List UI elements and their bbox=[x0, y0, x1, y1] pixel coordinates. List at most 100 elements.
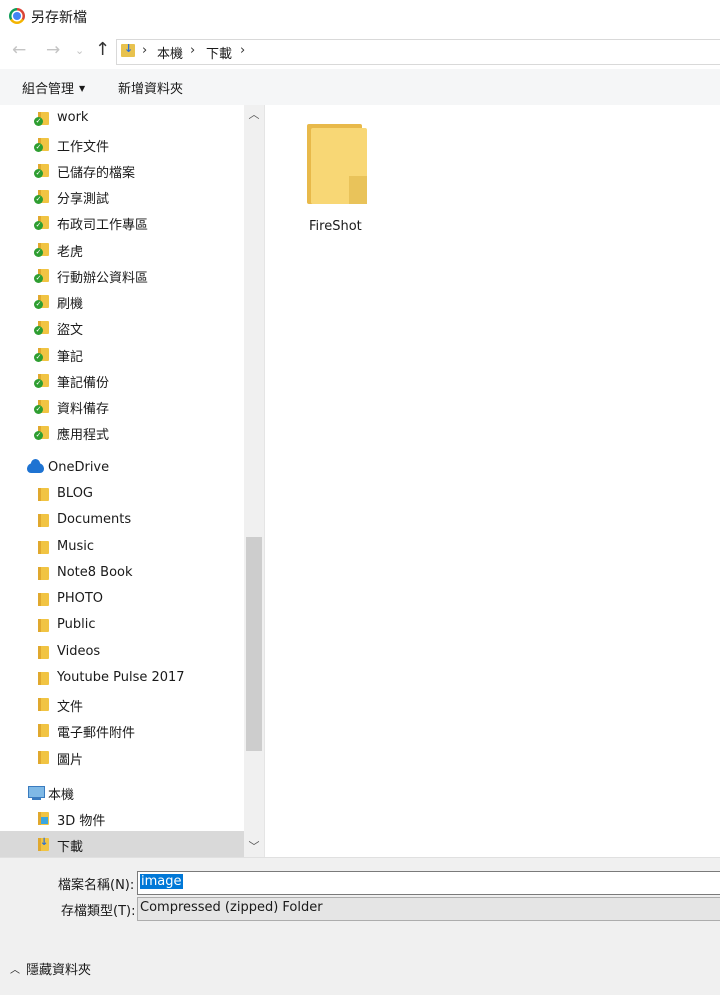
sidebar-item-this-pc[interactable]: 本機 bbox=[0, 779, 244, 805]
onedrive-cloud-icon bbox=[27, 459, 44, 473]
sidebar-item-label: 筆記備份 bbox=[57, 376, 110, 391]
sidebar-item[interactable]: Videos bbox=[0, 639, 244, 665]
sidebar-item-3d-objects[interactable]: 3D 物件 bbox=[0, 805, 244, 831]
sidebar-item[interactable]: 工作文件 bbox=[0, 131, 244, 157]
sidebar-item[interactable]: 老虎 bbox=[0, 236, 244, 262]
chrome-icon bbox=[9, 8, 25, 24]
sidebar-item[interactable]: 筆記備份 bbox=[0, 367, 244, 393]
sidebar-item-label: Youtube Pulse 2017 bbox=[57, 670, 185, 685]
folder-fold bbox=[349, 176, 367, 204]
sidebar-item[interactable]: Youtube Pulse 2017 bbox=[0, 665, 244, 691]
filetype-select[interactable]: Compressed (zipped) Folder bbox=[137, 897, 720, 921]
sidebar-item-label: 圖片 bbox=[57, 753, 84, 768]
sidebar-item-label: 已儲存的檔案 bbox=[57, 166, 136, 181]
breadcrumb-separator[interactable]: › bbox=[240, 43, 245, 58]
sidebar-scrollbar[interactable]: ︿ ﹀ bbox=[244, 105, 264, 857]
synced-folder-icon bbox=[34, 321, 49, 335]
scrollbar-thumb[interactable] bbox=[246, 537, 262, 751]
sidebar-item-label: 3D 物件 bbox=[57, 814, 106, 829]
scroll-down-arrow-icon[interactable]: ﹀ bbox=[244, 837, 264, 857]
folder-icon[interactable] bbox=[307, 124, 367, 204]
filename-label: 檔案名稱(N): bbox=[58, 878, 135, 893]
sidebar-item[interactable]: 文件 bbox=[0, 691, 244, 717]
new-folder-button[interactable]: 新增資料夾 bbox=[118, 78, 183, 97]
sidebar-item-label: 應用程式 bbox=[57, 428, 110, 443]
sidebar-item-label: 行動辦公資料區 bbox=[57, 271, 149, 286]
sidebar-item[interactable]: Public bbox=[0, 612, 244, 638]
sidebar-item-label: Documents bbox=[57, 512, 132, 527]
breadcrumb-this-pc[interactable]: 本機 bbox=[157, 43, 183, 62]
filename-input[interactable]: image bbox=[137, 871, 720, 895]
command-toolbar: 組合管理 ▼ 新增資料夾 bbox=[0, 69, 720, 105]
sidebar-item-label: Music bbox=[57, 539, 94, 554]
hide-folders-toggle[interactable]: ︿ 隱藏資料夾 bbox=[10, 959, 91, 978]
synced-folder-icon bbox=[34, 348, 49, 362]
sidebar-item-label: Videos bbox=[57, 644, 101, 659]
synced-folder-icon bbox=[34, 400, 49, 414]
sidebar-item[interactable]: 已儲存的檔案 bbox=[0, 157, 244, 183]
sidebar-item-label: OneDrive bbox=[48, 460, 110, 475]
sidebar-item-label: 筆記 bbox=[57, 350, 84, 365]
filename-value: image bbox=[140, 874, 183, 889]
synced-folder-icon bbox=[34, 112, 49, 126]
address-bar[interactable]: › 本機 › 下載 › bbox=[116, 39, 720, 65]
sidebar-item-onedrive[interactable]: OneDrive bbox=[0, 455, 244, 481]
folder-icon bbox=[38, 593, 49, 606]
save-form: 檔案名稱(N): image 存檔類型(T): Compressed (zipp… bbox=[0, 857, 720, 995]
sidebar-item-label: 下載 bbox=[57, 840, 84, 855]
sidebar-item[interactable]: 行動辦公資料區 bbox=[0, 262, 244, 288]
recent-locations-chevron-icon[interactable]: ⌄ bbox=[75, 42, 84, 60]
file-item-label[interactable]: FireShot bbox=[309, 219, 362, 234]
downloads-folder-icon bbox=[121, 42, 135, 57]
window-title: 另存新檔 bbox=[31, 10, 87, 26]
synced-folder-icon bbox=[34, 243, 49, 257]
sidebar-item-label: 老虎 bbox=[57, 245, 84, 260]
sidebar-item-label: Public bbox=[57, 617, 96, 632]
sidebar-item[interactable]: BLOG bbox=[0, 481, 244, 507]
up-arrow-icon[interactable]: ↑ bbox=[95, 41, 110, 59]
caret-down-icon: ▼ bbox=[79, 84, 86, 93]
sidebar-item[interactable]: Documents bbox=[0, 507, 244, 533]
sidebar-item[interactable]: 盜文 bbox=[0, 314, 244, 340]
sidebar-item[interactable]: 筆記 bbox=[0, 341, 244, 367]
sidebar-item[interactable]: 應用程式 bbox=[0, 419, 244, 445]
sidebar-item[interactable]: Music bbox=[0, 534, 244, 560]
sidebar-item[interactable]: 布政司工作專區 bbox=[0, 209, 244, 235]
sidebar-item[interactable]: PHOTO bbox=[0, 586, 244, 612]
sidebar-item-label: 電子郵件附件 bbox=[57, 726, 136, 741]
synced-folder-icon bbox=[34, 295, 49, 309]
folder-icon bbox=[38, 672, 49, 685]
file-list-pane: FireShot bbox=[264, 105, 720, 857]
downloads-folder-icon bbox=[38, 837, 49, 851]
folder-icon bbox=[38, 724, 49, 737]
sidebar-item-label: 工作文件 bbox=[57, 140, 110, 155]
3d-objects-folder-icon bbox=[38, 812, 49, 825]
folder-icon bbox=[38, 541, 49, 554]
sidebar-item-label: 分享測試 bbox=[57, 192, 110, 207]
sidebar-item-downloads[interactable]: 下載 bbox=[0, 831, 244, 857]
sidebar-item-work[interactable]: work bbox=[0, 105, 244, 131]
sidebar-item-label: work bbox=[57, 110, 89, 125]
sidebar-item-label: PHOTO bbox=[57, 591, 104, 606]
chevron-up-icon: ︿ bbox=[10, 965, 20, 976]
sidebar-item[interactable]: 電子郵件附件 bbox=[0, 717, 244, 743]
organize-button[interactable]: 組合管理 ▼ bbox=[22, 78, 85, 97]
folder-icon bbox=[38, 751, 49, 764]
sidebar-item[interactable]: 圖片 bbox=[0, 744, 244, 770]
forward-arrow-icon[interactable]: → bbox=[46, 41, 60, 59]
folder-icon bbox=[38, 619, 49, 632]
organize-label: 組合管理 bbox=[22, 82, 75, 97]
sidebar-item[interactable]: Note8 Book bbox=[0, 560, 244, 586]
sidebar-item[interactable]: 分享測試 bbox=[0, 183, 244, 209]
back-arrow-icon[interactable]: ← bbox=[12, 41, 26, 59]
breadcrumb-downloads[interactable]: 下載 bbox=[206, 43, 232, 62]
folder-icon bbox=[38, 514, 49, 527]
breadcrumb-separator[interactable]: › bbox=[142, 43, 147, 58]
sidebar-item[interactable]: 刷機 bbox=[0, 288, 244, 314]
sidebar-item-label: 資料備存 bbox=[57, 402, 110, 417]
scroll-up-arrow-icon[interactable]: ︿ bbox=[244, 105, 264, 125]
filetype-value: Compressed (zipped) Folder bbox=[140, 900, 323, 915]
breadcrumb-separator[interactable]: › bbox=[190, 43, 195, 58]
sidebar-item[interactable]: 資料備存 bbox=[0, 393, 244, 419]
hide-folders-label: 隱藏資料夾 bbox=[26, 963, 92, 978]
